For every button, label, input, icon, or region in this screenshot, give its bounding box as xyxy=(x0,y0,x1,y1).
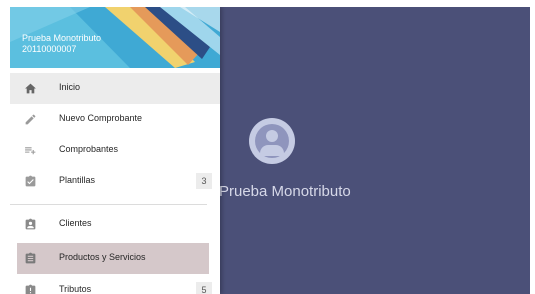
nav-item-label: Productos y Servicios xyxy=(59,252,146,262)
nav-item-label: Clientes xyxy=(59,218,92,228)
nav-item-label: Plantillas xyxy=(59,175,96,185)
nav-item-comprobantes[interactable]: Comprobantes xyxy=(10,135,220,166)
nav-item-plantillas[interactable]: Plantillas 3 xyxy=(10,166,220,197)
clipboard-list-icon xyxy=(25,252,36,264)
contact-card-icon xyxy=(25,218,36,230)
nav-item-productos-y-servicios[interactable]: Productos y Servicios xyxy=(17,243,209,274)
nav-item-label: Nuevo Comprobante xyxy=(59,113,143,123)
tributos-count-badge: 5 xyxy=(196,282,212,294)
drawer-user-name: Prueba Monotributo xyxy=(22,33,102,43)
nav-item-nuevo-comprobante[interactable]: Nuevo Comprobante xyxy=(10,104,220,135)
navigation-drawer: Prueba Monotributo 20110000007 Inicio Nu… xyxy=(10,7,220,294)
nav-item-clientes[interactable]: Clientes xyxy=(10,209,220,240)
app-window: Prueba Monotributo Prueba Monotributo 20… xyxy=(10,7,530,294)
pencil-icon xyxy=(25,114,36,125)
home-icon xyxy=(25,83,36,94)
plantillas-count-badge: 3 xyxy=(196,173,212,189)
list-add-icon xyxy=(25,147,36,155)
user-avatar-icon xyxy=(249,118,295,164)
drawer-divider xyxy=(10,204,207,205)
drawer-header: Prueba Monotributo 20110000007 xyxy=(10,7,220,68)
nav-item-tributos[interactable]: Tributos 5 xyxy=(10,275,220,294)
main-user-name: Prueba Monotributo xyxy=(219,183,351,200)
drawer-user-cuit: 20110000007 xyxy=(22,44,77,54)
nav-item-inicio[interactable]: Inicio xyxy=(10,73,220,104)
clipboard-check-icon xyxy=(25,175,36,187)
nav-item-label: Comprobantes xyxy=(59,144,119,154)
clipboard-alert-icon xyxy=(25,284,36,294)
nav-item-label: Tributos xyxy=(59,284,92,294)
nav-item-label: Inicio xyxy=(59,82,81,92)
